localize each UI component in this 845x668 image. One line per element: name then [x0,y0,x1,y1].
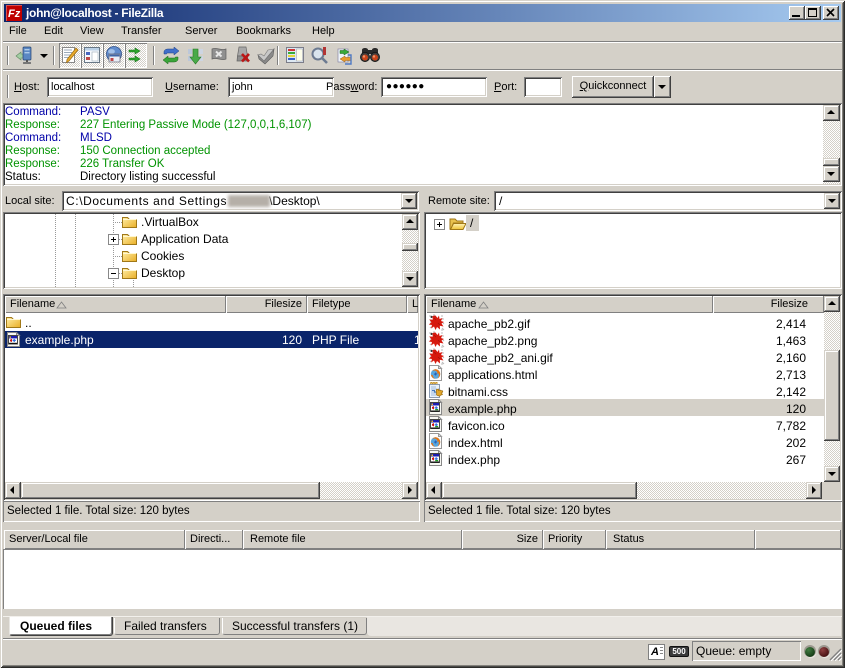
svg-text:Fz: Fz [8,8,21,20]
